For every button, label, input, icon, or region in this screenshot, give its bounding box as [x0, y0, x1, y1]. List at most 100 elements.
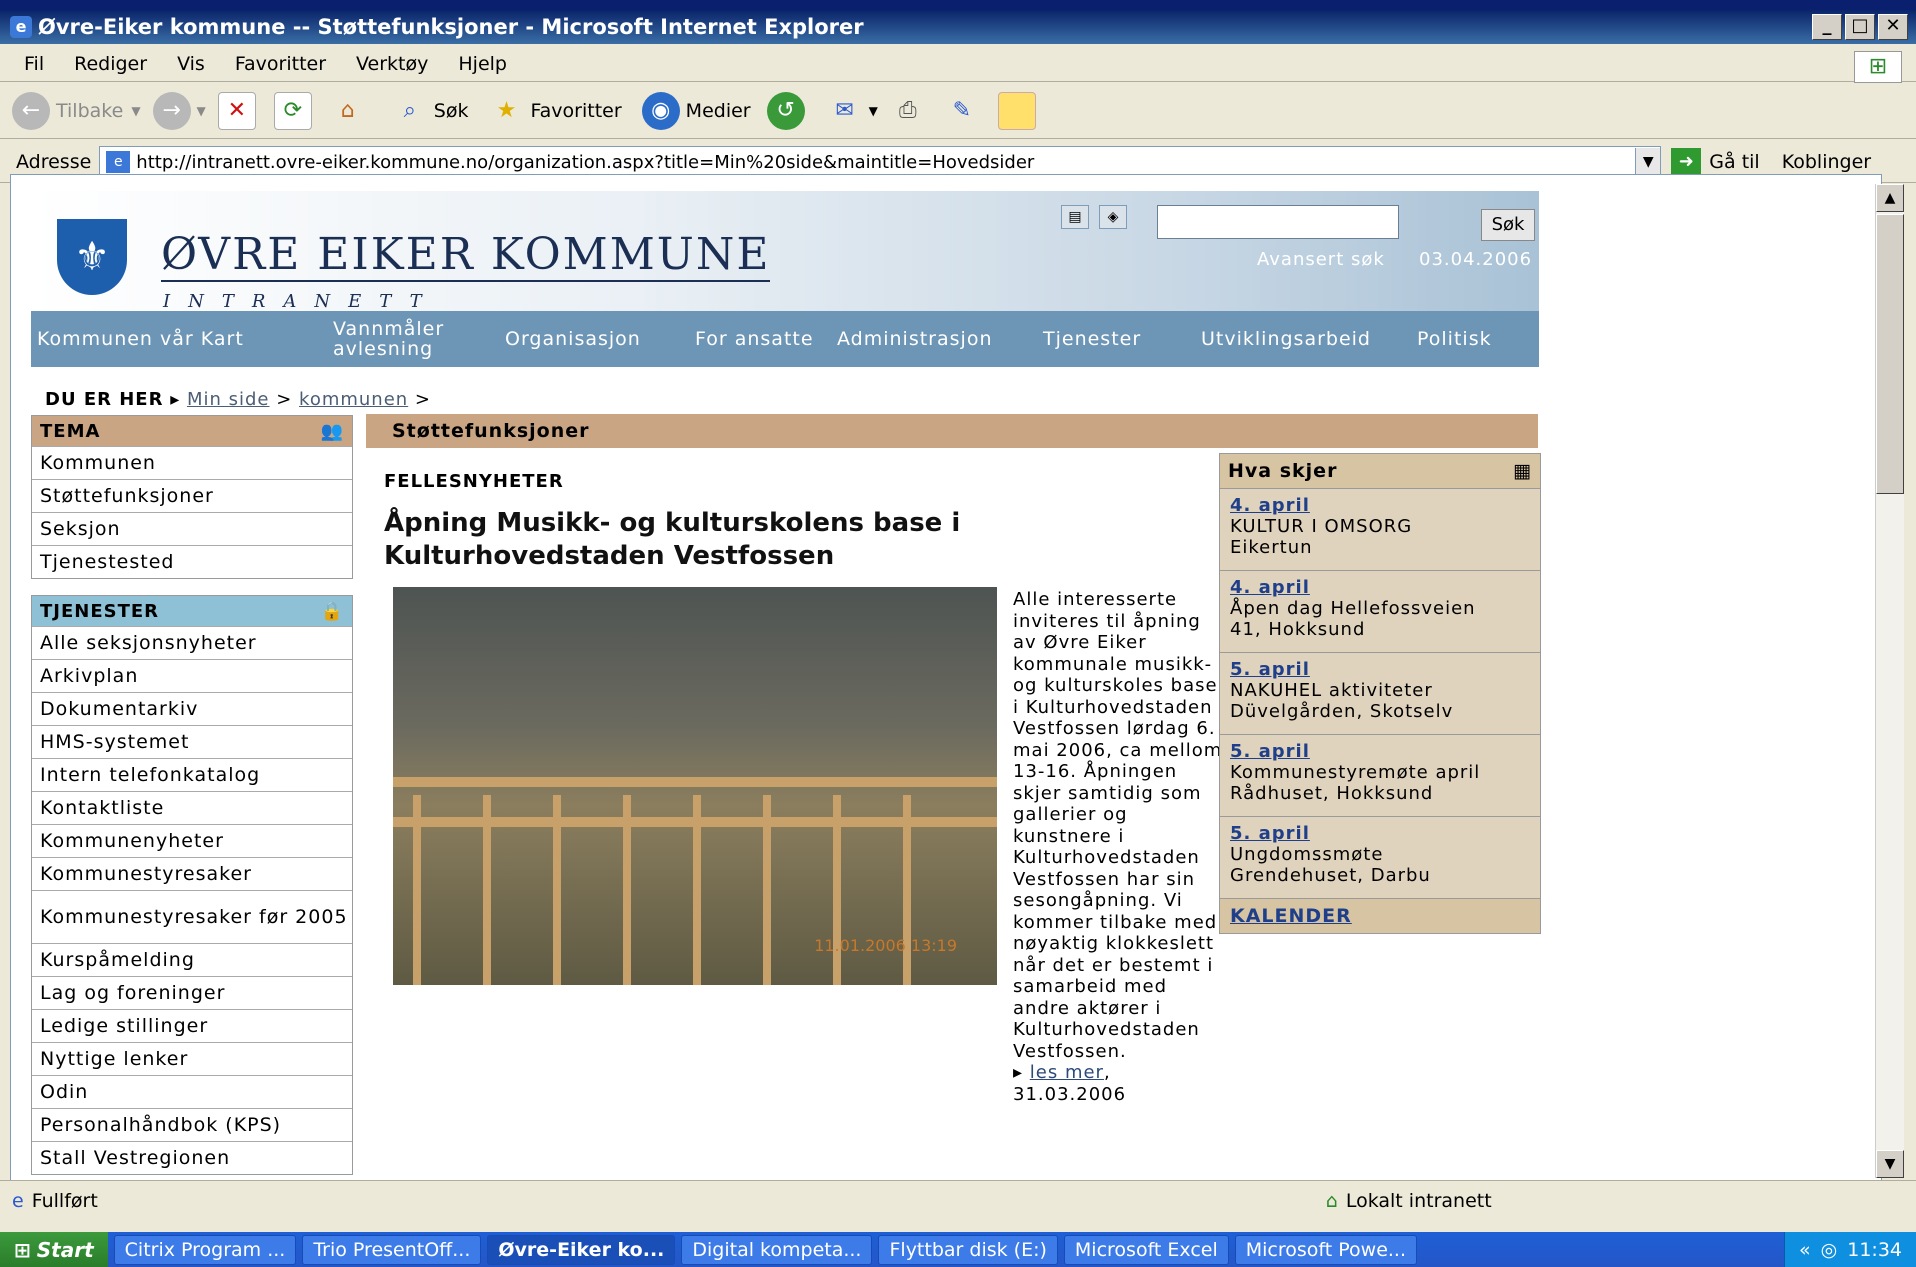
search-icon: ⌕ [403, 98, 416, 123]
menu-favorites[interactable]: Favoritter [235, 53, 326, 75]
service-item[interactable]: Kontaktliste [32, 791, 352, 824]
menu-file[interactable]: Fil [24, 53, 44, 75]
go-label: Gå til [1709, 151, 1760, 173]
calendar-link[interactable]: KALENDER [1230, 905, 1352, 927]
tema-item-kommunen[interactable]: Kommunen [32, 446, 352, 479]
task-ie[interactable]: Øvre-Eiker ko... [487, 1234, 676, 1265]
tray-expand-icon[interactable]: « [1799, 1239, 1811, 1261]
site-search-input[interactable] [1157, 205, 1399, 239]
nav-organisasjon[interactable]: Organisasjon [505, 311, 641, 367]
print-button[interactable]: ⎙ [890, 93, 932, 129]
event-date-link[interactable]: 5. april [1230, 741, 1310, 762]
tema-item-tjenestested[interactable]: Tjenestested [32, 545, 352, 578]
service-item[interactable]: Odin [32, 1075, 352, 1108]
site-search-button[interactable]: Søk [1481, 209, 1535, 241]
stop-icon: ✕ [217, 92, 256, 130]
maximize-button[interactable]: □ [1845, 14, 1875, 40]
breadcrumb-min-side[interactable]: Min side [187, 389, 270, 410]
messenger-button[interactable] [997, 92, 1042, 130]
task-powerpoint[interactable]: Microsoft Powe... [1234, 1234, 1418, 1265]
service-item[interactable]: Kommunestyresaker [32, 857, 352, 890]
task-citrix[interactable]: Citrix Program ... [113, 1234, 297, 1265]
advanced-search-link[interactable]: Avansert søk [1257, 249, 1385, 270]
nav-administrasjon[interactable]: Administrasjon [837, 311, 992, 367]
read-more-link[interactable]: les mer [1030, 1062, 1104, 1083]
tjenester-panel: TJENESTER 🔒 Alle seksjonsnyheter Arkivpla… [31, 595, 353, 1175]
links-button[interactable]: Koblinger [1782, 151, 1871, 173]
address-label: Adresse [16, 151, 92, 173]
task-disk[interactable]: Flyttbar disk (E:) [878, 1234, 1058, 1265]
task-excel[interactable]: Microsoft Excel [1063, 1234, 1229, 1265]
service-item[interactable]: HMS-systemet [32, 725, 352, 758]
refresh-button[interactable]: ⟳ [273, 92, 318, 130]
clock[interactable]: 11:34 [1847, 1239, 1902, 1261]
nav-for-ansatte[interactable]: For ansatte [695, 311, 814, 367]
event-place: Rådhuset, Hokksund [1230, 783, 1434, 804]
print-page-icon[interactable]: ▤ [1061, 205, 1089, 229]
news-headline[interactable]: Åpning Musikk- og kulturskolens base i K… [384, 507, 1004, 573]
tray-network-icon[interactable]: ◎ [1821, 1239, 1838, 1261]
service-item[interactable]: Kurspåmelding [32, 943, 352, 976]
event-date-link[interactable]: 4. april [1230, 577, 1310, 598]
service-item[interactable]: Arkivplan [32, 659, 352, 692]
stop-button[interactable]: ✕ [217, 92, 262, 130]
event-item: 5. april Kommunestyremøte april Rådhuset, … [1220, 735, 1540, 817]
service-item[interactable]: Ledige stillinger [32, 1009, 352, 1042]
media-button[interactable]: ◉ Medier [641, 92, 751, 130]
back-button[interactable]: ← Tilbake ▼ [12, 92, 141, 130]
menu-help[interactable]: Hjelp [458, 53, 507, 75]
service-item[interactable]: Personalhåndbok (KPS) [32, 1108, 352, 1141]
favorites-button[interactable]: ★ Favoritter [488, 93, 622, 129]
system-tray: « ◎ 11:34 [1784, 1232, 1916, 1267]
menu-edit[interactable]: Rediger [74, 53, 147, 75]
start-button[interactable]: ⊞ Start [0, 1232, 108, 1267]
toolbar: ← Tilbake ▼ → ▼ ✕ ⟳ ⌂ ⌕ Søk ★ Favoritter ◉ Med… [0, 84, 1916, 139]
site-banner: ⚜ ØVRE EIKER KOMMUNE INTRANETT ▤ ◈ Søk Av… [31, 191, 1539, 312]
event-date-link[interactable]: 4. april [1230, 495, 1310, 516]
menu-view[interactable]: Vis [177, 53, 205, 75]
lock-icon: 🔒 [320, 600, 344, 622]
search-button[interactable]: ⌕ Søk [392, 93, 469, 129]
nav-vannmaler[interactable]: Vannmåler avlesning [333, 311, 453, 367]
scroll-thumb[interactable] [1876, 214, 1904, 494]
scroll-up-button[interactable]: ▲ [1876, 184, 1904, 212]
service-item[interactable]: Dokumentarkiv [32, 692, 352, 725]
service-item[interactable]: Intern telefonkatalog [32, 758, 352, 791]
status-bar: e Fullført ⌂ Lokalt intranett [0, 1180, 1916, 1221]
nav-utviklingsarbeid[interactable]: Utviklingsarbeid [1201, 311, 1371, 367]
task-trio[interactable]: Trio PresentOff... [302, 1234, 482, 1265]
mail-button[interactable]: ✉ ▼ [827, 93, 877, 129]
forward-button[interactable]: → ▼ [152, 92, 206, 130]
task-folder[interactable]: Digital kompeta... [681, 1234, 873, 1265]
edit-button[interactable]: ✎ [944, 93, 986, 129]
nav-kart[interactable]: Kommunen vår Kart [37, 311, 244, 367]
service-item[interactable]: Kommunenyheter [32, 824, 352, 857]
vertical-scrollbar[interactable]: ▲ ▼ [1875, 184, 1904, 1178]
sitemap-icon[interactable]: ◈ [1099, 205, 1127, 229]
go-button[interactable]: ➜ Gå til [1671, 148, 1760, 176]
service-item[interactable]: Stall Vestregionen [32, 1141, 352, 1174]
service-item[interactable]: Nyttige lenker [32, 1042, 352, 1075]
nav-politisk[interactable]: Politisk [1417, 311, 1492, 367]
news-photo[interactable]: 11.01.2006 13:19 [393, 587, 997, 985]
event-date-link[interactable]: 5. april [1230, 659, 1310, 680]
zone-text: Lokalt intranett [1345, 1190, 1492, 1212]
service-item[interactable]: Lag og foreninger [32, 976, 352, 1009]
home-button[interactable]: ⌂ [330, 93, 372, 129]
refresh-icon: ⟳ [273, 92, 312, 130]
event-date-link[interactable]: 5. april [1230, 823, 1310, 844]
tema-item-stottefunksjoner[interactable]: Støttefunksjoner [32, 479, 352, 512]
service-item[interactable]: Alle seksjonsnyheter [32, 626, 352, 659]
breadcrumb-kommunen[interactable]: kommunen [299, 389, 408, 410]
address-dropdown[interactable]: ▼ [1635, 148, 1661, 176]
history-button[interactable]: ↺ [766, 92, 811, 130]
menu-tools[interactable]: Verktøy [356, 53, 428, 75]
close-button[interactable]: ✕ [1878, 14, 1908, 40]
taskbar: ⊞ Start Citrix Program ... Trio PresentOf… [0, 1232, 1916, 1267]
service-item[interactable]: Kommunestyresaker før 2005 [32, 890, 352, 943]
tema-item-seksjon[interactable]: Seksjon [32, 512, 352, 545]
minimize-button[interactable]: _ [1812, 14, 1842, 40]
nav-tjenester[interactable]: Tjenester [1043, 311, 1141, 367]
scroll-down-button[interactable]: ▼ [1876, 1150, 1904, 1178]
event-title: NAKUHEL aktiviteter [1230, 680, 1433, 701]
